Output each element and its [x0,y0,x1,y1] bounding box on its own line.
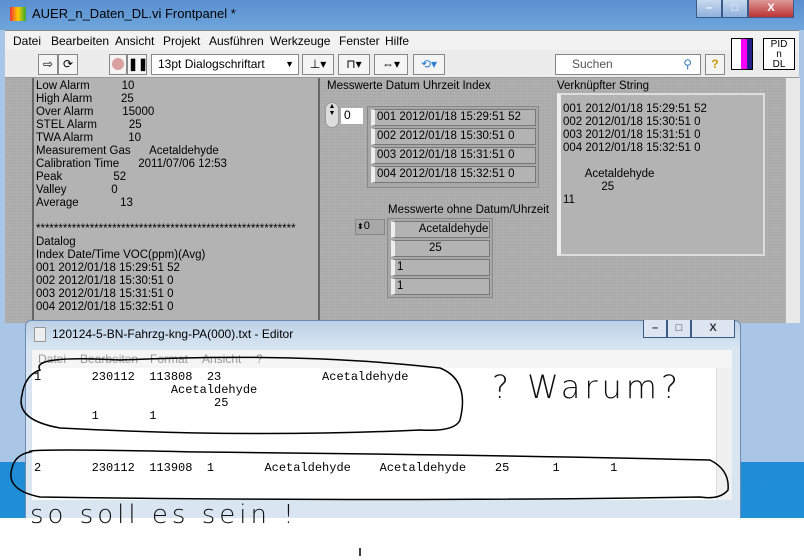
ellipse-bottom [10,449,729,501]
annotation-question: ? Warum? [492,368,682,406]
ellipse-top [20,356,464,435]
handwritten-annotations [10,356,729,556]
annotation-answer: so soll es sein ! [30,500,298,530]
